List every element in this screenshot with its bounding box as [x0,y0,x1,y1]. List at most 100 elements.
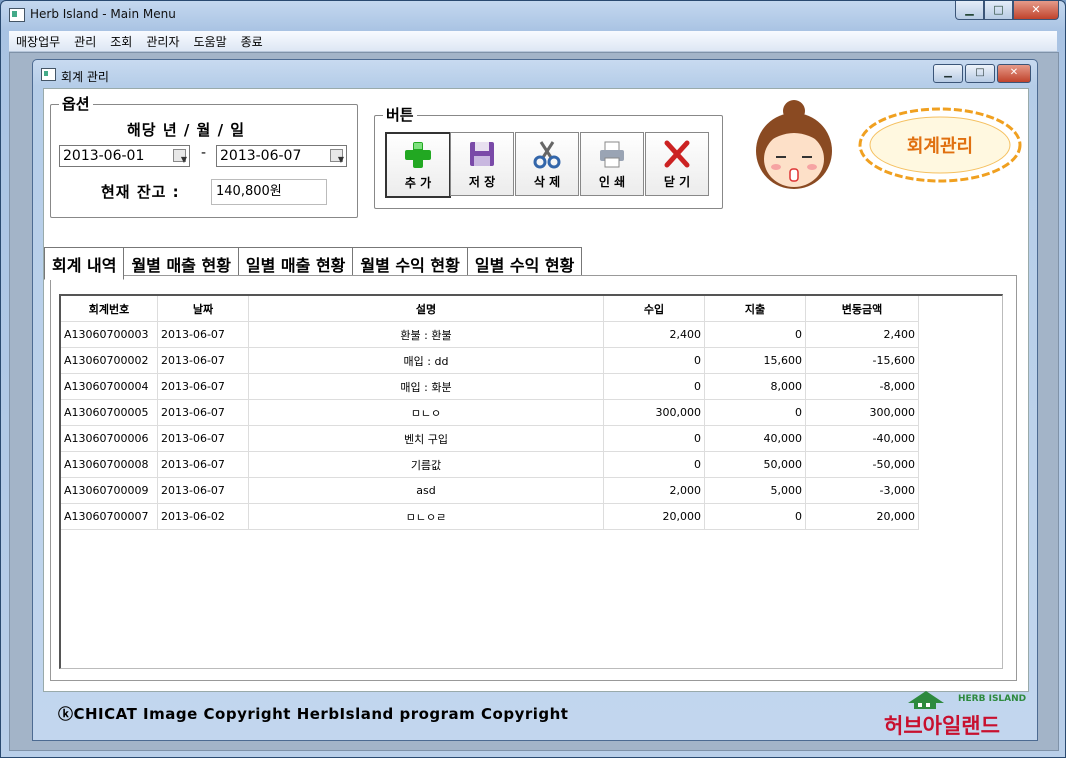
table-row[interactable]: A13060700002 2013-06-07 매입 : dd 0 15,600… [61,347,919,374]
table-row[interactable]: A13060700004 2013-06-07 매입 : 화분 0 8,000 … [61,373,919,400]
cell-id: A13060700007 [61,503,158,530]
buttons-group: 버튼 추 가 저 장 삭 제 인 쇄 닫 기 [374,104,723,209]
table-row[interactable]: A13060700003 2013-06-07 환불 : 환불 2,400 0 … [61,321,919,348]
cell-expense: 0 [704,399,806,426]
cell-description: 환불 : 환불 [248,321,604,348]
child-minimize-button[interactable]: ▁ [933,64,963,83]
cell-expense: 8,000 [704,373,806,400]
cell-description: ㅁㄴㅇㄹ [248,503,604,530]
cell-date: 2013-06-07 [157,477,249,504]
table-row[interactable]: A13060700006 2013-06-07 벤치 구입 0 40,000 -… [61,425,919,452]
cell-id: A13060700003 [61,321,158,348]
cell-id: A13060700006 [61,425,158,452]
cell-date: 2013-06-07 [157,347,249,374]
cell-income: 0 [603,373,705,400]
balance-field: 140,800원 [211,179,327,205]
cell-income: 0 [603,451,705,478]
column-header[interactable]: 지출 [704,296,806,322]
column-header[interactable]: 회계번호 [61,296,158,322]
close-button[interactable]: ✕ [1013,1,1059,20]
delete-button-label: 삭 제 [533,175,561,189]
cell-description: ㅁㄴㅇ [248,399,604,426]
cell-expense: 0 [704,321,806,348]
cell-id: A13060700002 [61,347,158,374]
cell-id: A13060700009 [61,477,158,504]
cell-description: 기름값 [248,451,604,478]
cell-change: 300,000 [805,399,919,426]
child-window-icon [41,68,56,81]
tab-monthly-profit[interactable]: 월별 수익 현황 [352,247,468,277]
date-heading: 해당 년 / 월 / 일 [127,121,246,139]
app-icon [9,8,25,22]
cell-description: asd [248,477,604,504]
date-to-value: 2013-06-07 [220,148,302,164]
tab-daily-sales[interactable]: 일별 매출 현황 [237,247,354,277]
column-header[interactable]: 날짜 [157,296,249,322]
date-from-picker[interactable]: 2013-06-01 ▼ [59,145,190,167]
menu-lookup[interactable]: 조회 [103,31,139,51]
cell-id: A13060700004 [61,373,158,400]
close-form-button[interactable]: 닫 기 [645,132,709,196]
tab-monthly-sales[interactable]: 월별 매출 현황 [123,247,239,277]
child-window-title: 회계 관리 [61,70,109,84]
maximize-button[interactable]: □ [984,1,1013,20]
tab-accounting-history[interactable]: 회계 내역 [44,247,125,280]
plus-icon [405,142,431,168]
add-button[interactable]: 추 가 [385,132,451,198]
column-header[interactable]: 변동금액 [805,296,919,322]
cell-expense: 15,600 [704,347,806,374]
cell-income: 2,000 [603,477,705,504]
cell-expense: 0 [704,503,806,530]
table-row[interactable]: A13060700005 2013-06-07 ㅁㄴㅇ 300,000 0 30… [61,399,919,426]
column-header[interactable]: 수입 [603,296,705,322]
menu-manage[interactable]: 관리 [67,31,103,51]
copyright-text: ⓚCHICAT Image Copyright HerbIsland progr… [58,705,569,723]
close-x-icon [664,140,690,168]
cell-description: 매입 : dd [248,347,604,374]
tab-daily-profit[interactable]: 일별 수익 현황 [466,247,583,277]
column-header[interactable]: 설명 [248,296,604,322]
title-bar[interactable]: Herb Island - Main Menu ▁ □ ✕ [1,1,1065,29]
print-button[interactable]: 인 쇄 [580,132,644,196]
banner-text: 회계관리 [907,136,973,157]
child-maximize-button[interactable]: □ [965,64,995,83]
table-row[interactable]: A13060700008 2013-06-07 기름값 0 50,000 -50… [61,451,919,478]
cell-change: 2,400 [805,321,919,348]
calendar-icon[interactable]: ▼ [330,149,344,164]
menu-help[interactable]: 도움말 [186,31,233,51]
cell-description: 벤치 구입 [248,425,604,452]
character-illustration [756,100,832,189]
cell-date: 2013-06-07 [157,321,249,348]
table-row[interactable]: A13060700009 2013-06-07 asd 2,000 5,000 … [61,477,919,504]
cell-income: 300,000 [603,399,705,426]
delete-button[interactable]: 삭 제 [515,132,579,196]
menu-exit[interactable]: 종료 [234,31,270,51]
accounting-grid[interactable]: 회계번호 날짜 설명 수입 지출 변동금액 A13060700003 2013-… [59,294,1003,669]
cell-change: -15,600 [805,347,919,374]
accounting-table: 회계번호 날짜 설명 수입 지출 변동금액 A13060700003 2013-… [61,296,919,530]
cell-change: -50,000 [805,451,919,478]
main-window: Herb Island - Main Menu ▁ □ ✕ 매장업무 관리 조회… [0,0,1066,758]
mdi-client: 회계 관리 ▁ □ ✕ 옵션 해당 년 / 월 / 일 2013-06-01 ▼… [9,52,1059,751]
minimize-button[interactable]: ▁ [955,1,984,20]
date-from-value: 2013-06-01 [63,148,145,164]
cell-expense: 40,000 [704,425,806,452]
menu-store-work[interactable]: 매장업무 [9,31,67,51]
child-close-button[interactable]: ✕ [997,64,1031,83]
cell-change: -3,000 [805,477,919,504]
cell-id: A13060700005 [61,399,158,426]
save-button[interactable]: 저 장 [450,132,514,196]
cell-change: -8,000 [805,373,919,400]
menu-admin[interactable]: 관리자 [139,31,186,51]
table-row[interactable]: A13060700007 2013-06-02 ㅁㄴㅇㄹ 20,000 0 20… [61,503,919,530]
printer-icon [600,141,624,168]
menu-bar: 매장업무 관리 조회 관리자 도움말 종료 [9,31,1057,52]
table-header-row: 회계번호 날짜 설명 수입 지출 변동금액 [61,296,919,322]
cell-description: 매입 : 화분 [248,373,604,400]
date-to-picker[interactable]: 2013-06-07 ▼ [216,145,347,167]
cell-expense: 5,000 [704,477,806,504]
calendar-icon[interactable]: ▼ [173,149,187,164]
logo-english: HERB ISLAND [958,694,1026,704]
date-range-dash: - [201,145,207,161]
cell-date: 2013-06-07 [157,399,249,426]
